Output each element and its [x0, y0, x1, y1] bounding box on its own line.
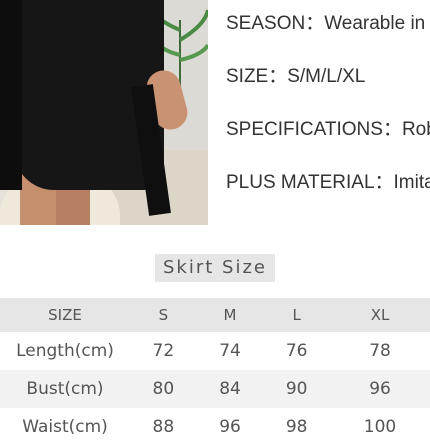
row-label: Waist(cm): [22, 417, 108, 437]
table-row: Bust(cm) 80 84 90 96: [0, 370, 430, 408]
robe-sash: [0, 0, 22, 190]
size-table: SIZE S M L XL Length(cm) 72 74 76 78 Bus…: [0, 298, 430, 446]
skirt-size-title: Skirt Size: [155, 254, 275, 282]
table-cell: 100: [363, 417, 397, 437]
table-header-cell: L: [263, 298, 331, 332]
table-header-cell: S: [130, 298, 197, 332]
table-header-cell: SIZE: [0, 298, 130, 332]
table-cell: 90: [263, 370, 331, 408]
table-header-cell: XL: [330, 298, 430, 332]
table-cell: 96: [219, 417, 241, 437]
table-row: Waist(cm) 88 96 98 100: [0, 408, 430, 446]
table-cell: 88: [152, 417, 175, 437]
spec-season: SEASON：Wearable in: [226, 13, 426, 34]
product-photo: [0, 0, 208, 225]
table-row: Length(cm) 72 74 76 78: [0, 332, 430, 370]
spec-specifications: SPECIFICATIONS：Rob: [226, 119, 430, 140]
table-header-row: SIZE S M L XL: [0, 298, 430, 332]
row-label: Length(cm): [16, 341, 114, 361]
spec-plus-material: PLUS MATERIAL：Imita: [226, 172, 430, 193]
table-header-cell: M: [196, 298, 264, 332]
table-cell: 78: [369, 341, 391, 361]
table-cell: 80: [130, 370, 197, 408]
table-cell: 72: [152, 341, 175, 361]
spec-size: SIZE：S/M/L/XL: [226, 66, 366, 87]
table-cell: 98: [285, 417, 308, 437]
table-cell: 74: [219, 341, 241, 361]
table-cell: 84: [196, 370, 264, 408]
row-label: Bust(cm): [0, 370, 130, 408]
table-cell: 76: [285, 341, 308, 361]
table-cell: 96: [330, 370, 430, 408]
